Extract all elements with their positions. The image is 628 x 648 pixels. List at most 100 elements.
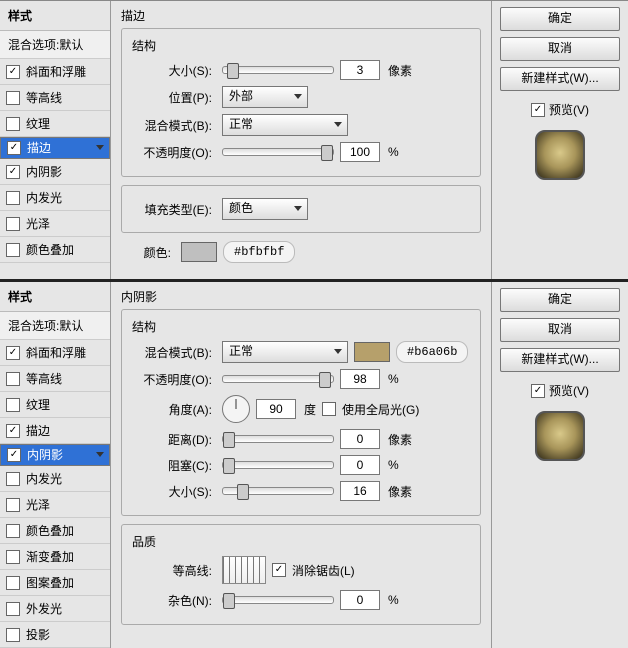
sidebar-item-label: 等高线 bbox=[26, 370, 62, 387]
angle-row: 角度(A): 90 度 使用全局光(G) bbox=[132, 395, 470, 423]
sidebar-item[interactable]: 渐变叠加 bbox=[0, 544, 110, 570]
choke-input[interactable]: 0 bbox=[340, 455, 380, 475]
sidebar-item[interactable]: 图案叠加 bbox=[0, 570, 110, 596]
size-unit: 像素 bbox=[388, 62, 412, 79]
opacity-input[interactable]: 100 bbox=[340, 142, 380, 162]
style-checkbox[interactable] bbox=[6, 424, 20, 438]
style-checkbox[interactable] bbox=[6, 346, 20, 360]
style-checkbox[interactable] bbox=[6, 372, 20, 386]
sidebar-item-label: 光泽 bbox=[26, 215, 50, 232]
opacity-input[interactable]: 98 bbox=[340, 369, 380, 389]
styles-sidebar: 样式 混合选项:默认 斜面和浮雕等高线纹理描边内阴影内发光光泽颜色叠加 bbox=[0, 1, 111, 279]
distance-input[interactable]: 0 bbox=[340, 429, 380, 449]
antialias-checkbox[interactable] bbox=[272, 563, 286, 577]
style-checkbox[interactable] bbox=[7, 141, 21, 155]
sidebar-item[interactable]: 内发光 bbox=[0, 466, 110, 492]
new-style-button[interactable]: 新建样式(W)... bbox=[500, 348, 620, 372]
style-checkbox[interactable] bbox=[6, 217, 20, 231]
sidebar-item[interactable]: 颜色叠加 bbox=[0, 518, 110, 544]
style-checkbox[interactable] bbox=[6, 550, 20, 564]
style-checkbox[interactable] bbox=[6, 472, 20, 486]
sidebar-item[interactable]: 纹理 bbox=[0, 392, 110, 418]
new-style-button[interactable]: 新建样式(W)... bbox=[500, 67, 620, 91]
sidebar-item[interactable]: 斜面和浮雕 bbox=[0, 59, 110, 85]
blend-options-default[interactable]: 混合选项:默认 bbox=[0, 31, 110, 59]
style-checkbox[interactable] bbox=[6, 602, 20, 616]
sidebar-item[interactable]: 外发光 bbox=[0, 596, 110, 622]
style-checkbox[interactable] bbox=[6, 91, 20, 105]
preview-label: 预览(V) bbox=[549, 382, 589, 399]
global-light-checkbox[interactable] bbox=[322, 402, 336, 416]
sidebar-item[interactable]: 光泽 bbox=[0, 211, 110, 237]
sidebar-item-label: 等高线 bbox=[26, 89, 62, 106]
style-checkbox[interactable] bbox=[6, 65, 20, 79]
sidebar-item[interactable]: 等高线 bbox=[0, 366, 110, 392]
sidebar-item[interactable]: 光泽 bbox=[0, 492, 110, 518]
distance-label: 距离(D): bbox=[132, 431, 216, 448]
sidebar-item[interactable]: 描边 bbox=[0, 137, 110, 159]
sidebar-item[interactable]: 斜面和浮雕 bbox=[0, 340, 110, 366]
cancel-button[interactable]: 取消 bbox=[500, 318, 620, 342]
fill-type-label: 填充类型(E): bbox=[132, 201, 216, 218]
global-light-label: 使用全局光(G) bbox=[342, 401, 419, 418]
cancel-button[interactable]: 取消 bbox=[500, 37, 620, 61]
sidebar-item[interactable]: 等高线 bbox=[0, 85, 110, 111]
style-checkbox[interactable] bbox=[6, 628, 20, 642]
structure-group: 结构 混合模式(B): 正常 #b6a06b 不透明度(O): 98 % 角度(… bbox=[121, 309, 481, 516]
sidebar-item[interactable]: 颜色叠加 bbox=[0, 237, 110, 263]
ok-button[interactable]: 确定 bbox=[500, 7, 620, 31]
style-checkbox[interactable] bbox=[7, 448, 21, 462]
size-unit: 像素 bbox=[388, 483, 412, 500]
preview-checkbox[interactable] bbox=[531, 103, 545, 117]
preview-row[interactable]: 预览(V) bbox=[500, 382, 620, 399]
size-input[interactable]: 3 bbox=[340, 60, 380, 80]
style-checkbox[interactable] bbox=[6, 117, 20, 131]
style-checkbox[interactable] bbox=[6, 398, 20, 412]
blend-options-default[interactable]: 混合选项:默认 bbox=[0, 312, 110, 340]
size-input[interactable]: 16 bbox=[340, 481, 380, 501]
sidebar-item[interactable]: 内阴影 bbox=[0, 159, 110, 185]
size-slider[interactable] bbox=[222, 487, 334, 495]
style-checkbox[interactable] bbox=[6, 243, 20, 257]
sidebar-item[interactable]: 内阴影 bbox=[0, 444, 110, 466]
opacity-slider[interactable] bbox=[222, 148, 334, 156]
style-checkbox[interactable] bbox=[6, 165, 20, 179]
sidebar-item[interactable]: 投影 bbox=[0, 622, 110, 648]
size-slider[interactable] bbox=[222, 66, 334, 74]
color-swatch[interactable] bbox=[181, 242, 217, 262]
antialias-label: 消除锯齿(L) bbox=[292, 562, 355, 579]
position-select[interactable]: 外部 bbox=[222, 86, 308, 108]
sidebar-item[interactable]: 内发光 bbox=[0, 185, 110, 211]
sidebar-item[interactable]: 描边 bbox=[0, 418, 110, 444]
choke-slider[interactable] bbox=[222, 461, 334, 469]
blend-mode-select[interactable]: 正常 bbox=[222, 114, 348, 136]
sidebar-item-label: 斜面和浮雕 bbox=[26, 63, 86, 80]
style-checkbox[interactable] bbox=[6, 498, 20, 512]
right-buttons: 确定 取消 新建样式(W)... 预览(V) bbox=[492, 282, 628, 648]
noise-input[interactable]: 0 bbox=[340, 590, 380, 610]
preview-row[interactable]: 预览(V) bbox=[500, 101, 620, 118]
angle-dial[interactable] bbox=[222, 395, 250, 423]
angle-input[interactable]: 90 bbox=[256, 399, 296, 419]
ok-button[interactable]: 确定 bbox=[500, 288, 620, 312]
style-checkbox[interactable] bbox=[6, 576, 20, 590]
opacity-slider[interactable] bbox=[222, 375, 334, 383]
style-checkbox[interactable] bbox=[6, 191, 20, 205]
size-label: 大小(S): bbox=[132, 62, 216, 79]
sidebar-item[interactable]: 纹理 bbox=[0, 111, 110, 137]
opacity-row: 不透明度(O): 98 % bbox=[132, 369, 470, 389]
style-checkbox[interactable] bbox=[6, 524, 20, 538]
choke-row: 阻塞(C): 0 % bbox=[132, 455, 470, 475]
noise-slider[interactable] bbox=[222, 596, 334, 604]
sidebar-item-label: 投影 bbox=[26, 626, 50, 643]
shadow-color-swatch[interactable] bbox=[354, 342, 390, 362]
fill-type-select[interactable]: 颜色 bbox=[222, 198, 308, 220]
stroke-settings: 描边 结构 大小(S): 3 像素 位置(P): 外部 混合模式(B): 正常 … bbox=[111, 1, 492, 279]
sidebar-item-label: 内发光 bbox=[26, 470, 62, 487]
blend-mode-select[interactable]: 正常 bbox=[222, 341, 348, 363]
sidebar-item-label: 外发光 bbox=[26, 600, 62, 617]
distance-slider[interactable] bbox=[222, 435, 334, 443]
contour-picker[interactable] bbox=[222, 556, 266, 584]
preview-checkbox[interactable] bbox=[531, 384, 545, 398]
contour-label: 等高线: bbox=[132, 562, 216, 579]
